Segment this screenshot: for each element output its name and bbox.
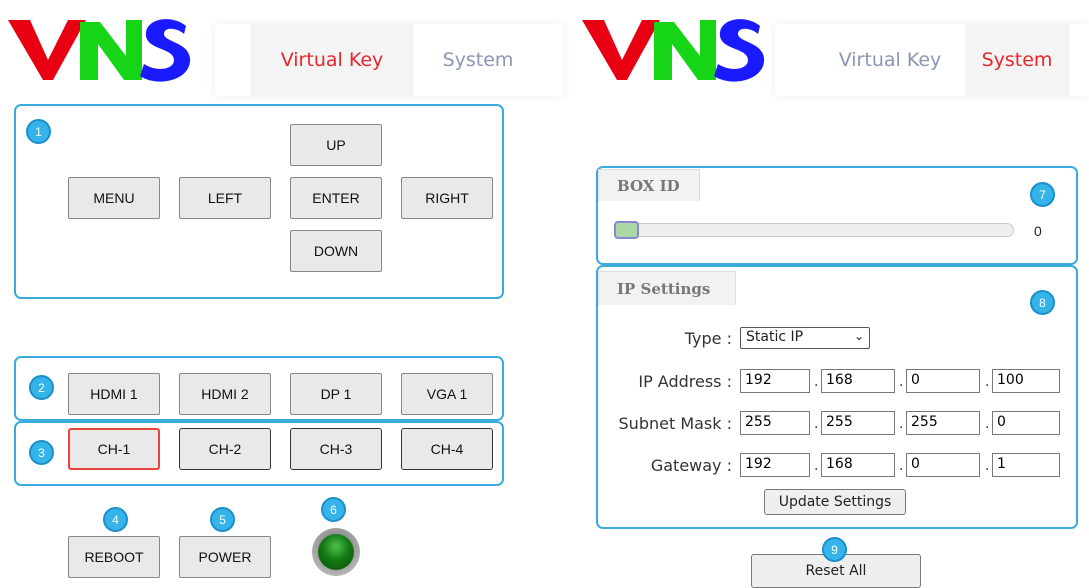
up-button[interactable]: UP (290, 124, 382, 166)
menu-button[interactable]: MENU (68, 177, 160, 219)
ip-dot: . (814, 458, 819, 474)
vns-logo-right (582, 19, 765, 82)
mask-octet-3[interactable]: 255 (906, 411, 980, 435)
ip-octet-3[interactable]: 0 (906, 369, 980, 393)
ip-type-value: Static IP (746, 329, 804, 345)
box-id-title: BOX ID (598, 169, 700, 201)
vns-logo (8, 19, 191, 82)
ch1-button[interactable]: CH-1 (68, 428, 160, 470)
ip-octet-4[interactable]: 100 (992, 369, 1060, 393)
tab-virtual-key-right[interactable]: Virtual Key (815, 24, 965, 96)
left-tab-bar: Virtual Key System (215, 24, 563, 96)
left-button[interactable]: LEFT (179, 177, 271, 219)
tab-virtual-key[interactable]: Virtual Key (251, 24, 413, 96)
ip-address-label: IP Address : (638, 372, 732, 391)
tab-system[interactable]: System (413, 24, 543, 96)
ch2-button[interactable]: CH-2 (179, 428, 271, 470)
gw-octet-2[interactable]: 168 (821, 453, 895, 477)
reboot-button[interactable]: REBOOT (68, 536, 160, 578)
gw-octet-1[interactable]: 192 (740, 453, 810, 477)
ip-dot: . (985, 374, 990, 390)
ip-octet-2[interactable]: 168 (821, 369, 895, 393)
update-settings-button[interactable]: Update Settings (764, 489, 906, 515)
down-button[interactable]: DOWN (290, 230, 382, 272)
ip-type-select[interactable]: Static IP ⌄ (740, 327, 870, 349)
ch3-button[interactable]: CH-3 (290, 428, 382, 470)
gw-octet-4[interactable]: 1 (992, 453, 1060, 477)
ip-dot: . (899, 374, 904, 390)
tab-system-right[interactable]: System (965, 24, 1069, 96)
ip-dot: . (899, 416, 904, 432)
ip-dot: . (814, 416, 819, 432)
hdmi1-button[interactable]: HDMI 1 (68, 373, 160, 415)
ip-dot: . (985, 458, 990, 474)
ip-dot: . (899, 458, 904, 474)
chevron-down-icon: ⌄ (853, 329, 864, 343)
badge-7: 7 (1030, 182, 1055, 207)
ip-octet-1[interactable]: 192 (740, 369, 810, 393)
vga1-button[interactable]: VGA 1 (401, 373, 493, 415)
badge-8: 8 (1030, 290, 1055, 315)
power-button[interactable]: POWER (179, 536, 271, 578)
ip-settings-title: IP Settings (598, 271, 736, 305)
mask-octet-1[interactable]: 255 (740, 411, 810, 435)
subnet-mask-label: Subnet Mask : (618, 414, 732, 433)
mask-octet-2[interactable]: 255 (821, 411, 895, 435)
right-button[interactable]: RIGHT (401, 177, 493, 219)
badge-5: 5 (210, 507, 235, 532)
box-id-value: 0 (1034, 223, 1042, 239)
led-indicator (312, 528, 360, 576)
type-label: Type : (684, 329, 732, 348)
box-id-slider-handle[interactable] (614, 221, 639, 239)
badge-4: 4 (103, 507, 128, 532)
led-light (318, 534, 354, 570)
ip-dot: . (985, 416, 990, 432)
badge-6: 6 (321, 497, 346, 522)
gw-octet-3[interactable]: 0 (906, 453, 980, 477)
right-tab-bar: Virtual Key System (775, 24, 1089, 96)
ip-dot: . (814, 374, 819, 390)
badge-1: 1 (26, 119, 51, 144)
dp1-button[interactable]: DP 1 (290, 373, 382, 415)
enter-button[interactable]: ENTER (290, 177, 382, 219)
box-id-slider[interactable] (614, 223, 1014, 237)
gateway-label: Gateway : (650, 456, 732, 475)
badge-2: 2 (29, 375, 54, 400)
ch4-button[interactable]: CH-4 (401, 428, 493, 470)
badge-3: 3 (29, 440, 54, 465)
mask-octet-4[interactable]: 0 (992, 411, 1060, 435)
hdmi2-button[interactable]: HDMI 2 (179, 373, 271, 415)
badge-9: 9 (822, 537, 847, 562)
